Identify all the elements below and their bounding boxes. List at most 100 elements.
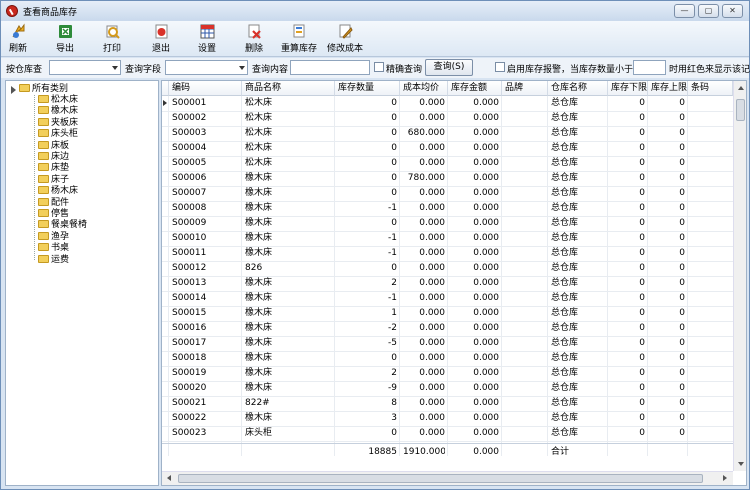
table-cell[interactable]: 0 (651, 366, 685, 381)
exact-query-checkbox[interactable] (374, 62, 384, 72)
table-cell[interactable] (505, 171, 545, 186)
table-cell[interactable]: 总仓库 (551, 351, 605, 366)
table-cell[interactable]: 0.000 (451, 426, 499, 441)
table-cell[interactable]: 826 (245, 261, 332, 276)
table-cell[interactable]: 0 (611, 201, 645, 216)
table-cell[interactable]: 橡木床 (245, 381, 332, 396)
horizontal-scrollbar[interactable] (162, 471, 733, 485)
table-cell[interactable]: 橡木床 (245, 171, 332, 186)
table-cell[interactable]: 0.000 (451, 201, 499, 216)
table-cell[interactable] (505, 186, 545, 201)
table-cell[interactable]: 橡木床 (245, 291, 332, 306)
table-cell[interactable]: 0.000 (451, 261, 499, 276)
table-cell[interactable]: S00010 (172, 231, 239, 246)
tree-node-category[interactable]: 夹板床 (38, 117, 78, 129)
table-cell[interactable]: 0 (338, 111, 397, 126)
table-cell[interactable]: 总仓库 (551, 366, 605, 381)
table-cell[interactable]: 0.000 (403, 96, 445, 111)
scroll-up-icon[interactable] (738, 86, 744, 90)
table-cell[interactable]: 松木床 (245, 141, 332, 156)
table-cell[interactable]: 0.000 (403, 351, 445, 366)
table-cell[interactable]: S00012 (172, 261, 239, 276)
column-header[interactable]: 成本均价 (400, 81, 448, 96)
table-cell[interactable]: S00023 (172, 426, 239, 441)
table-cell[interactable]: 0.000 (403, 366, 445, 381)
table-cell[interactable]: 0 (338, 156, 397, 171)
table-cell[interactable]: 0.000 (403, 411, 445, 426)
table-cell[interactable]: 0.000 (451, 306, 499, 321)
column-header[interactable]: 编码 (169, 81, 242, 96)
tree-node-category[interactable]: 配件 (38, 197, 69, 209)
table-cell[interactable]: 0 (651, 276, 685, 291)
table-cell[interactable]: 0 (338, 426, 397, 441)
table-cell[interactable]: S00007 (172, 186, 239, 201)
table-cell[interactable]: 0 (611, 231, 645, 246)
tree-node-category[interactable]: 停售 (38, 209, 69, 220)
table-cell[interactable]: 0 (611, 306, 645, 321)
table-cell[interactable]: S00001 (172, 96, 239, 111)
table-cell[interactable]: 0.000 (403, 396, 445, 411)
table-cell[interactable] (505, 216, 545, 231)
table-cell[interactable] (505, 246, 545, 261)
tree-node-category[interactable]: 床板 (38, 140, 69, 152)
table-cell[interactable]: 总仓库 (551, 141, 605, 156)
table-cell[interactable]: S00019 (172, 366, 239, 381)
table-cell[interactable] (505, 261, 545, 276)
table-cell[interactable]: 0 (611, 216, 645, 231)
toolbar-button-delete[interactable]: 删除 (234, 23, 274, 55)
table-cell[interactable]: S00002 (172, 111, 239, 126)
table-cell[interactable]: S00005 (172, 156, 239, 171)
table-cell[interactable]: -9 (338, 381, 397, 396)
table-cell[interactable]: 0.000 (403, 381, 445, 396)
table-cell[interactable]: 3 (338, 411, 397, 426)
table-cell[interactable]: 0 (651, 351, 685, 366)
query-button[interactable]: 查询(S) (425, 59, 473, 76)
table-cell[interactable]: 0.000 (451, 276, 499, 291)
table-cell[interactable]: 0.000 (403, 336, 445, 351)
table-cell[interactable]: 0 (651, 396, 685, 411)
table-cell[interactable]: 0.000 (451, 291, 499, 306)
table-cell[interactable]: S00017 (172, 336, 239, 351)
table-cell[interactable]: 0 (651, 306, 685, 321)
toolbar-button-refresh[interactable]: 刷新 (0, 23, 38, 55)
table-cell[interactable] (505, 156, 545, 171)
table-cell[interactable]: 总仓库 (551, 246, 605, 261)
toolbar-button-exit[interactable]: 退出 (141, 23, 181, 55)
table-cell[interactable] (505, 96, 545, 111)
table-cell[interactable]: S00008 (172, 201, 239, 216)
table-cell[interactable]: 橡木床 (245, 276, 332, 291)
table-cell[interactable]: 0 (338, 141, 397, 156)
table-cell[interactable]: S00014 (172, 291, 239, 306)
table-cell[interactable]: 橡木床 (245, 186, 332, 201)
table-cell[interactable]: -1 (338, 231, 397, 246)
table-cell[interactable]: 0.000 (451, 141, 499, 156)
table-cell[interactable]: 0 (611, 381, 645, 396)
close-button[interactable]: ✕ (722, 4, 743, 18)
table-cell[interactable]: 0.000 (403, 261, 445, 276)
table-cell[interactable]: 1 (338, 306, 397, 321)
table-cell[interactable]: 橡木床 (245, 366, 332, 381)
table-cell[interactable]: 总仓库 (551, 276, 605, 291)
table-cell[interactable]: 0 (611, 351, 645, 366)
table-cell[interactable]: 0 (611, 156, 645, 171)
table-cell[interactable]: S00003 (172, 126, 239, 141)
table-cell[interactable]: 0.000 (451, 351, 499, 366)
table-cell[interactable]: 0.000 (403, 231, 445, 246)
column-header[interactable]: 仓库名称 (548, 81, 608, 96)
stock-alert-checkbox[interactable] (495, 62, 505, 72)
toolbar-button-edit-cost[interactable]: 修改成本 (325, 23, 365, 55)
table-cell[interactable]: 床头柜 (245, 426, 332, 441)
table-cell[interactable]: 总仓库 (551, 111, 605, 126)
tree-node-category[interactable]: 床头柜 (38, 129, 78, 140)
table-cell[interactable]: -1 (338, 201, 397, 216)
table-cell[interactable]: S00018 (172, 351, 239, 366)
tree-node-category[interactable]: 床子 (38, 174, 69, 186)
table-cell[interactable]: 总仓库 (551, 216, 605, 231)
column-header[interactable]: 库存金额 (448, 81, 502, 96)
table-cell[interactable] (505, 276, 545, 291)
table-cell[interactable]: S00006 (172, 171, 239, 186)
tree-node-category[interactable]: 运费 (38, 254, 69, 266)
table-cell[interactable]: 0 (611, 111, 645, 126)
table-cell[interactable]: 橡木床 (245, 231, 332, 246)
table-cell[interactable]: 0 (611, 246, 645, 261)
